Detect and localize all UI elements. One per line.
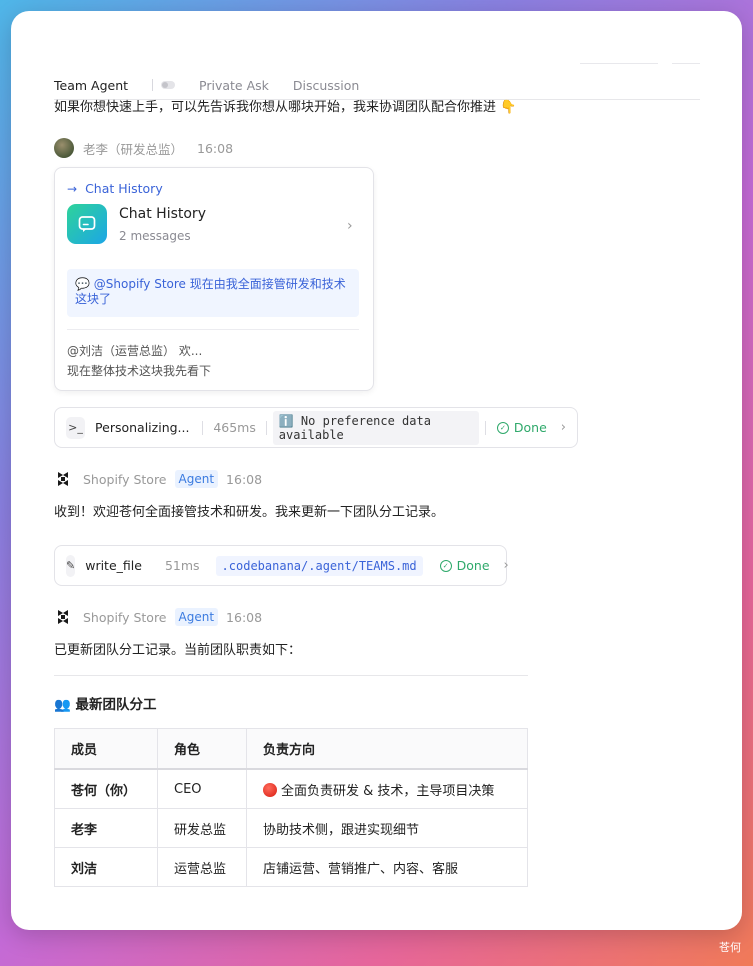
author-name: 老李（研发总监） (83, 141, 184, 157)
column-header: 成员 (54, 728, 158, 770)
table-row: 刘洁 运营总监 店铺运营、营销推广、内容、客服 (54, 847, 528, 887)
responsibility-text: 全面负责研发 & 技术，主导项目决策 (281, 783, 495, 799)
check-circle-icon: ✓ (439, 559, 452, 572)
forward-arrow-icon: → (67, 181, 78, 196)
author-name: Shopify Store (83, 609, 167, 625)
message-meta: Shopify Store Agent 16:08 (54, 608, 262, 626)
avatar (54, 138, 74, 158)
chat-history-header-label: Chat History (85, 181, 163, 196)
tab-discussion[interactable]: Discussion (293, 78, 359, 93)
header-divider (672, 63, 700, 64)
role-cell: 研发总监 (157, 808, 247, 848)
quoted-message: 💬 @Shopify Store 现在由我全面接管研发和技术这块了 (67, 269, 359, 317)
separator (202, 420, 204, 435)
table-row: 苍何（你） CEO 全面负责研发 & 技术，主导项目决策 (54, 768, 528, 809)
timestamp: 16:08 (226, 471, 263, 487)
agent-badge: Agent (174, 608, 219, 626)
timestamp: 16:08 (197, 140, 234, 156)
tab-team-agent[interactable]: Team Agent (54, 78, 128, 93)
tool-call-personalizing[interactable]: >_ Personalizing... 465ms ℹ️ No preferen… (54, 407, 578, 448)
red-circle-icon (263, 782, 277, 797)
message-text: 已更新团队分工记录。当前团队职责如下： (54, 643, 302, 658)
timestamp: 16:08 (226, 609, 263, 625)
preview-line: 现在整体技术这块我先看下 (67, 364, 212, 378)
status-badge: ✓ Done (439, 558, 490, 573)
quoted-message-text: 💬 @Shopify Store 现在由我全面接管研发和技术这块了 (75, 277, 346, 306)
chat-history-header: → Chat History (67, 181, 163, 196)
team-agent-toggle[interactable] (161, 81, 176, 89)
role-cell: CEO (157, 768, 247, 809)
chat-bubble-icon (67, 204, 107, 244)
chevron-right-icon[interactable]: › (561, 420, 566, 435)
member-cell: 刘洁 (54, 847, 158, 887)
terminal-icon: >_ (66, 416, 86, 439)
card-divider (67, 329, 359, 330)
duration: 51ms (164, 558, 200, 573)
shopify-store-logo-icon (58, 472, 68, 486)
tool-name: Personalizing... (95, 420, 190, 435)
preview-line: @刘洁（运营总监） 欢... (67, 344, 203, 358)
responsibility-cell: 店铺运营、营销推广、内容、客服 (246, 847, 528, 887)
member-cell: 老李 (54, 808, 158, 848)
message-text: 收到！欢迎苍何全面接管技术和研发。我来更新一下团队分工记录。 (54, 505, 445, 520)
separator (265, 420, 267, 435)
tab-private-ask[interactable]: Private Ask (199, 78, 269, 93)
check-circle-icon: ✓ (496, 421, 509, 434)
responsibility-cell: 协助技术侧，跟进实现细节 (246, 808, 528, 848)
column-header: 角色 (157, 728, 247, 770)
corner-user-label: 苍何 (719, 941, 741, 954)
chat-history-card[interactable]: → Chat History Chat History 2 messages ›… (54, 167, 374, 391)
agent-badge: Agent (174, 470, 219, 488)
table-row: 老李 研发总监 协助技术侧，跟进实现细节 (54, 808, 528, 848)
header-divider (580, 63, 658, 64)
file-path[interactable]: .codebanana/.agent/TEAMS.md (215, 555, 423, 576)
chevron-right-icon[interactable]: › (347, 218, 353, 234)
intro-message: 如果你想快速上手，可以先告诉我你想从哪块开始，我来协调团队配合你推进 👇 (54, 100, 517, 115)
tab-separator (152, 79, 154, 91)
chat-history-title: Chat History (119, 206, 206, 222)
chat-window: Team Agent Private Ask Discussion 如果你想快速… (11, 11, 742, 930)
message-meta: 老李（研发总监） 16:08 (54, 138, 233, 158)
divider (54, 675, 528, 676)
status-label: Done (513, 420, 547, 435)
message-count: 2 messages (119, 229, 191, 243)
separator (485, 420, 486, 435)
duration: 465ms (213, 420, 256, 435)
team-table: 成员 角色 负责方向 苍何（你） CEO 全面负责研发 & 技术，主导项目决策 … (54, 728, 528, 887)
tool-name: write_file (85, 558, 142, 573)
chevron-right-icon[interactable]: › (504, 558, 509, 573)
section-title: 👥 最新团队分工 (54, 697, 157, 713)
table-header-row: 成员 角色 负责方向 (54, 728, 528, 770)
status-label: Done (456, 558, 490, 573)
file-edit-icon: ✎ (66, 554, 76, 577)
shopify-store-logo-icon (58, 610, 68, 624)
role-cell: 运营总监 (157, 847, 247, 887)
message-meta: Shopify Store Agent 16:08 (54, 470, 262, 488)
author-name: Shopify Store (83, 471, 167, 487)
status-badge: ✓ Done (496, 420, 547, 435)
member-cell: 苍何（你） (54, 768, 158, 809)
tool-result: ℹ️ No preference data available (272, 410, 480, 445)
column-header: 负责方向 (246, 728, 528, 770)
responsibility-cell: 全面负责研发 & 技术，主导项目决策 (246, 768, 528, 809)
tool-call-write-file[interactable]: ✎ write_file 51ms .codebanana/.agent/TEA… (54, 545, 509, 586)
